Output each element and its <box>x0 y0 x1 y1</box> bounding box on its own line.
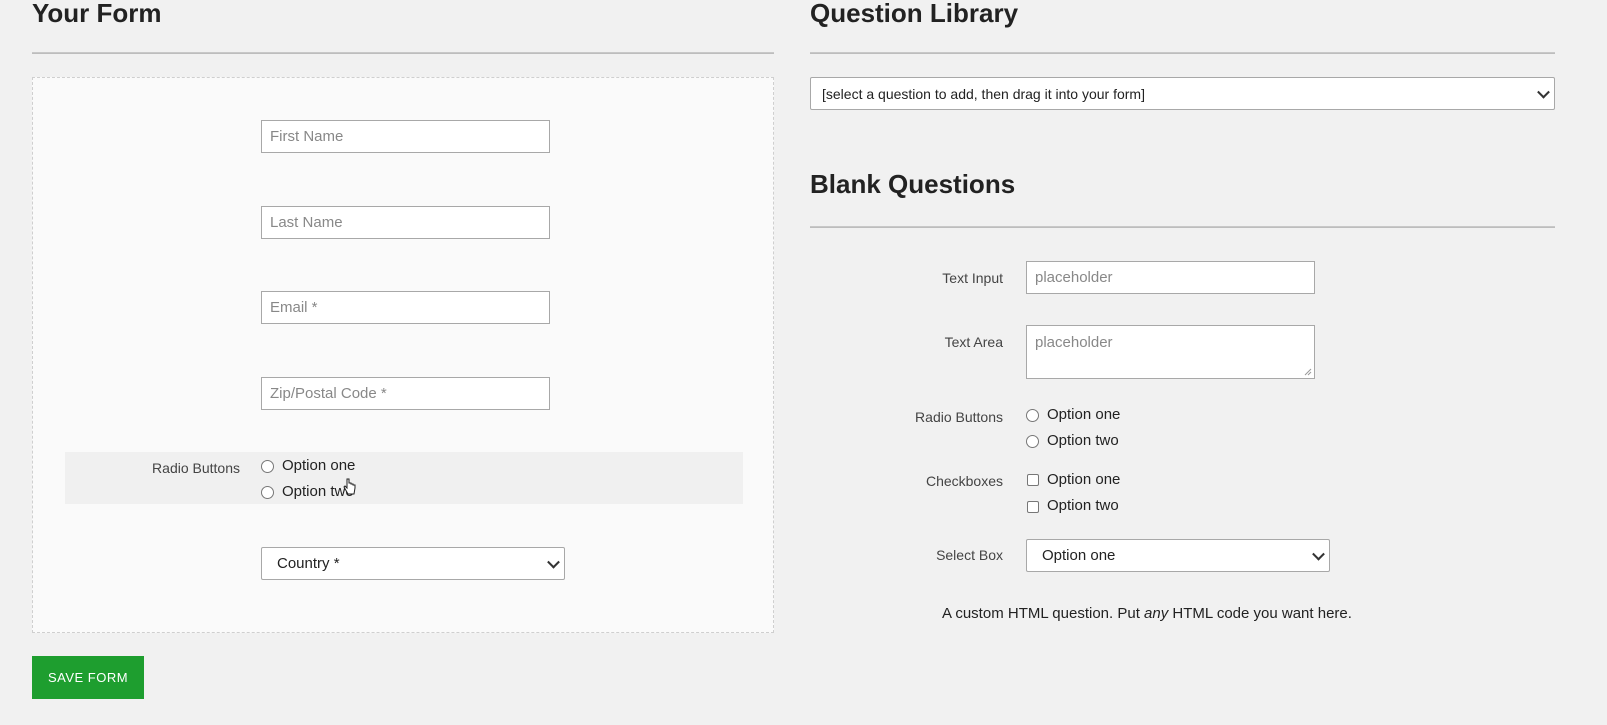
question-library-heading: Question Library <box>810 0 1019 28</box>
checkbox-option-one-label: Option one <box>1047 471 1121 488</box>
checkbox-option-two-label: Option two <box>1047 497 1119 514</box>
blank-questions-heading: Blank Questions <box>810 169 1016 199</box>
resize-handle-icon[interactable] <box>1304 368 1312 376</box>
text-area-field[interactable]: placeholder <box>1026 325 1315 379</box>
question-library-select[interactable]: [select a question to add, then drag it … <box>810 77 1555 110</box>
radio-option-one[interactable] <box>261 460 274 473</box>
custom-html-emphasis: any <box>1144 605 1169 622</box>
divider <box>810 226 1555 228</box>
radio-option-one-label: Option one <box>282 457 356 474</box>
chevron-down-icon <box>1312 547 1325 561</box>
first-name-field[interactable]: First Name <box>261 120 550 153</box>
custom-html-text-end: HTML code you want here. <box>1168 605 1352 622</box>
your-form-heading: Your Form <box>32 0 162 28</box>
select-box-value: Option one <box>1042 547 1116 564</box>
email-field[interactable]: Email * <box>261 291 550 324</box>
divider <box>810 52 1555 54</box>
radio-option-one-label: Option one <box>1047 406 1121 423</box>
text-area-label: Text Area <box>944 334 1003 350</box>
country-select-value: Country * <box>277 555 340 572</box>
custom-html-question: A custom HTML question. Put any HTML cod… <box>942 605 1352 622</box>
text-input-field[interactable]: placeholder <box>1026 261 1315 294</box>
text-area-placeholder: placeholder <box>1035 334 1113 351</box>
hand-cursor-icon <box>343 478 356 495</box>
divider <box>32 52 774 54</box>
save-form-button[interactable]: SAVE FORM <box>32 656 144 699</box>
zip-field[interactable]: Zip/Postal Code * <box>261 377 550 410</box>
checkbox-option-one[interactable] <box>1027 474 1039 486</box>
select-box[interactable]: Option one <box>1026 539 1330 572</box>
last-name-field[interactable]: Last Name <box>261 206 550 239</box>
country-select[interactable]: Country * <box>261 547 565 580</box>
text-input-label: Text Input <box>942 270 1003 286</box>
radio-option-two[interactable] <box>1026 435 1039 448</box>
radio-option-two[interactable] <box>261 486 274 499</box>
radio-question-label: Radio Buttons <box>152 460 240 476</box>
radio-option-one[interactable] <box>1026 409 1039 422</box>
checkboxes-label: Checkboxes <box>925 473 1003 489</box>
checkbox-option-two[interactable] <box>1027 501 1039 513</box>
question-library-select-value: [select a question to add, then drag it … <box>822 85 1145 102</box>
radio-buttons-label: Radio Buttons <box>915 409 1003 425</box>
custom-html-text-start: A custom HTML question. Put <box>942 605 1145 622</box>
chevron-down-icon <box>547 555 560 569</box>
chevron-down-icon <box>1537 85 1550 99</box>
select-box-label: Select Box <box>936 547 1003 563</box>
radio-option-two-label: Option two <box>1047 432 1119 449</box>
